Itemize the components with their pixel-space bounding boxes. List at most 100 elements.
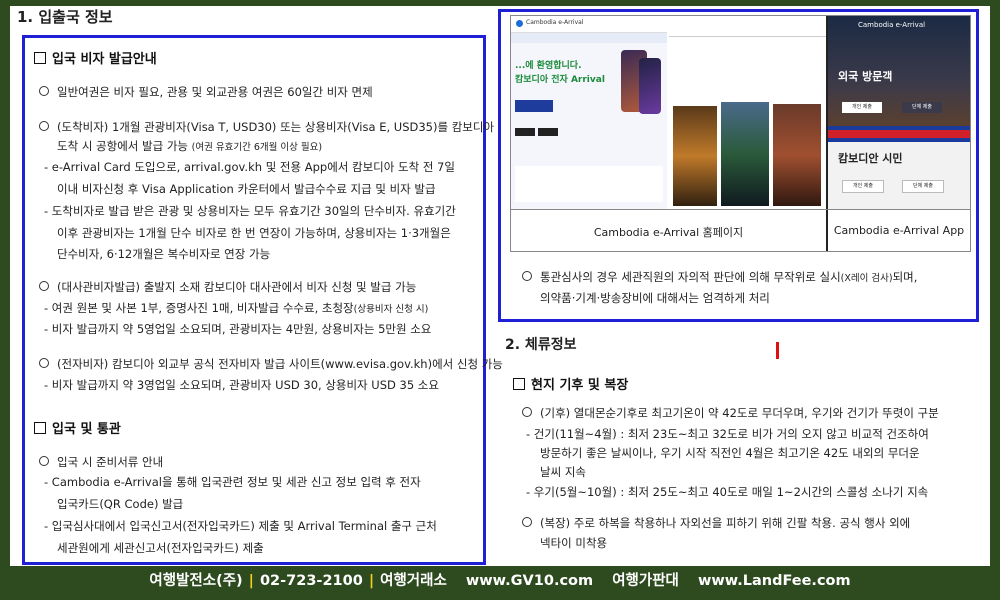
citizen-individual-button[interactable]: 개인 제출 [842,180,884,193]
climate-text: (기후) 열대몬순기후로 최고기온이 약 42도로 무더우며, 우기와 건기가 … [540,406,939,420]
footer-site2-link[interactable]: www.LandFee.com [698,573,851,589]
climate-section-title: 현지 기후 및 복장 [531,378,629,393]
entry-line: - Cambodia e-Arrival을 통해 입국관련 정보 및 세관 신고… [44,475,421,489]
visa-text: (전자비자) 캄보디아 외교부 공식 전자비자 발급 사이트(www.evisa… [57,357,503,371]
entry-section-heading: 입국 및 통관 [34,418,121,437]
cambodia-flag-image [828,126,970,142]
climate-text: 방문하기 좋은 날씨이나, 우기 시작 직전인 4월은 최고기온 42도 내외의… [540,446,920,460]
climate-line: 넥타이 미착용 [540,536,607,550]
footer-bar: 여행발전소(주) | 02-723-2100 | 여행거래소 www.GV10.com … [0,566,1000,600]
site-header: Cambodia e-Arrival [511,16,667,33]
footer-phone: 02-723-2100 [259,573,363,589]
app-caption: Cambodia e-Arrival App [833,224,965,237]
visa-line: 단수비자, 6·12개월은 복수비자로 연장 가능 [57,247,270,261]
circle-bullet-icon [522,271,532,281]
section2-title: 2. 체류정보 [505,337,577,353]
visa-line: - 여권 원본 및 사본 1부, 증명사진 1매, 비자발급 수수료, 초청장(… [44,301,428,317]
footer-board: 여행가판대 [612,573,679,589]
visa-text: 도착 시 공항에서 발급 가능 [57,139,189,153]
circle-bullet-icon [522,407,532,417]
arrival-title-text: 캄보디아 전자 Arrival [515,75,605,85]
visa-text: - 비자 발급까지 약 5영업일 소요되며, 관광비자는 4만원, 상용비자는 … [44,322,432,336]
visa-section-heading: 입국 비자 발급안내 [34,48,157,67]
entry-line: 세관원에게 세관신고서(전자입국카드) 제출 [57,541,264,555]
customs-text: 되며, [892,270,918,284]
red-cursor-mark [776,342,779,359]
visa-text: 이후 관광비자는 1개월 단수 비자로 한 번 연장이 가능하며, 상용비자는 … [57,226,451,240]
circle-bullet-icon [39,281,49,291]
entry-text: 세관원에게 세관신고서(전자입국카드) 제출 [57,541,264,555]
circle-bullet-icon [39,358,49,368]
google-play-badge[interactable] [538,128,558,136]
entry-line: 입국카드(QR Code) 발급 [57,497,183,511]
climate-line: 날씨 지속 [540,465,586,479]
foreign-group-button[interactable]: 단체 제출 [902,102,942,113]
circle-bullet-icon [39,456,49,466]
visa-note: (상용비자 신청 시) [353,304,429,315]
circle-bullet-icon [39,86,49,96]
visa-line: - 도착비자로 발급 받은 관광 및 상용비자는 모두 유효기간 30일의 단수… [44,204,456,218]
customs-text: 통관심사의 경우 세관직원의 자의적 판단에 의해 무작위로 실시 [540,270,841,284]
site-logo-dot-icon [516,20,523,27]
checkbox-square-icon [34,422,46,434]
visa-line: 이내 비자신청 후 Visa Application 카운터에서 발급수수료 지… [57,182,436,196]
climate-section-heading: 현지 기후 및 복장 [513,374,628,393]
customs-text: 의약품·기계·방송장비에 대해서는 엄격하게 처리 [540,291,770,305]
image-divider [826,16,828,251]
info-row [515,166,663,202]
visa-line: 일반여권은 비자 필요, 관용 및 외교관용 여권은 60일간 비자 면제 [39,85,373,99]
footer-separator: | [248,573,254,589]
entry-section-title: 입국 및 통관 [52,422,121,437]
visa-text: 일반여권은 비자 필요, 관용 및 외교관용 여권은 60일간 비자 면제 [57,85,373,99]
climate-text: 날씨 지속 [540,465,586,479]
visa-text: (대사관비자발급) 출발지 소재 캄보디아 대사관에서 비자 신청 및 발급 가… [57,280,417,294]
apply-button[interactable] [515,100,553,112]
checkbox-square-icon [34,52,46,64]
visa-line: - e-Arrival Card 도입으로, arrival.gov.kh 및 … [44,160,455,174]
visa-line: 이후 관광비자는 1개월 단수 비자로 한 번 연장이 가능하며, 상용비자는 … [57,226,451,240]
visa-text: - 비자 발급까지 약 3영업일 소요되며, 관광비자 USD 30, 상용비자… [44,378,439,392]
visa-note: (여권 유효기간 6개월 이상 필요) [191,142,323,153]
entry-text: 입국카드(QR Code) 발급 [57,497,184,511]
footer-company: 여행발전소(주) [149,573,243,589]
climate-line: - 건기(11월~4월) : 최저 23도~최고 32도로 비가 거의 오지 않… [526,427,929,441]
app-title: Cambodia e-Arrival [858,21,926,29]
citizen-title: 캄보디안 시민 [838,152,903,165]
climate-line: (기후) 열대몬순기후로 최고기온이 약 42도로 무더우며, 우기와 건기가 … [522,406,939,420]
site-banner [511,33,667,43]
climate-line: - 우기(5월~10월) : 최저 25도~최고 40도로 매일 1~2시간의 … [526,485,928,499]
entry-text: - Cambodia e-Arrival을 통해 입국관련 정보 및 세관 신고… [44,475,421,489]
climate-line: (복장) 주로 하복을 착용하나 자외선을 피하기 위해 긴팔 착용. 공식 행… [522,516,910,530]
citizen-group-button[interactable]: 단체 제출 [902,180,944,193]
site-header [669,16,826,37]
site-title: Cambodia e-Arrival [526,19,584,26]
customs-note: (X레이 검사) [840,273,893,284]
homepage-caption: Cambodia e-Arrival 홈페이지 [593,226,744,239]
landmark-photo [673,106,717,206]
visa-line: (도착비자) 1개월 관광비자(Visa T, USD30) 또는 상용비자(V… [39,120,494,134]
checkbox-square-icon [513,378,525,390]
climate-text: (복장) 주로 하복을 착용하나 자외선을 피하기 위해 긴팔 착용. 공식 행… [540,516,911,530]
section1-title: 1. 입출국 정보 [17,8,113,26]
foreign-individual-button[interactable]: 개인 제출 [842,102,882,113]
visa-text: - e-Arrival Card 도입으로, arrival.gov.kh 및 … [44,160,455,174]
visa-text: 단수비자, 6·12개월은 복수비자로 연장 가능 [57,247,271,261]
visa-line: (전자비자) 캄보디아 외교부 공식 전자비자 발급 사이트(www.evisa… [39,357,503,371]
welcome-text: ...에 환영합니다. [515,61,582,71]
visa-line: 도착 시 공항에서 발급 가능 (여권 유효기간 6개월 이상 필요) [57,139,322,155]
visa-text: 이내 비자신청 후 Visa Application 카운터에서 발급수수료 지… [57,182,436,196]
phone-mockup-image [639,58,661,114]
circle-bullet-icon [522,517,532,527]
caption-divider [511,209,970,210]
entry-line: - 입국심사대에서 입국신고서(전자입국카드) 제출 및 Arrival Ter… [44,519,437,533]
app-screenshot: Cambodia e-Arrival 외국 방문객 개인 제출 단체 제출 캄보… [828,16,970,209]
homepage-screenshot: Cambodia e-Arrival ...에 환영합니다. 캄보디아 전자 A… [511,16,667,209]
app-store-badge[interactable] [515,128,535,136]
homepage-screenshot-mobile [669,16,826,209]
foreign-visitor-title: 외국 방문객 [838,70,893,83]
visa-line: - 비자 발급까지 약 3영업일 소요되며, 관광비자 USD 30, 상용비자… [44,378,439,392]
customs-line: 의약품·기계·방송장비에 대해서는 엄격하게 처리 [540,291,770,305]
footer-site1-link[interactable]: www.GV10.com [466,573,593,589]
climate-text: - 우기(5월~10월) : 최저 25도~최고 40도로 매일 1~2시간의 … [526,485,929,499]
entry-text: 입국 시 준비서류 안내 [57,455,164,469]
